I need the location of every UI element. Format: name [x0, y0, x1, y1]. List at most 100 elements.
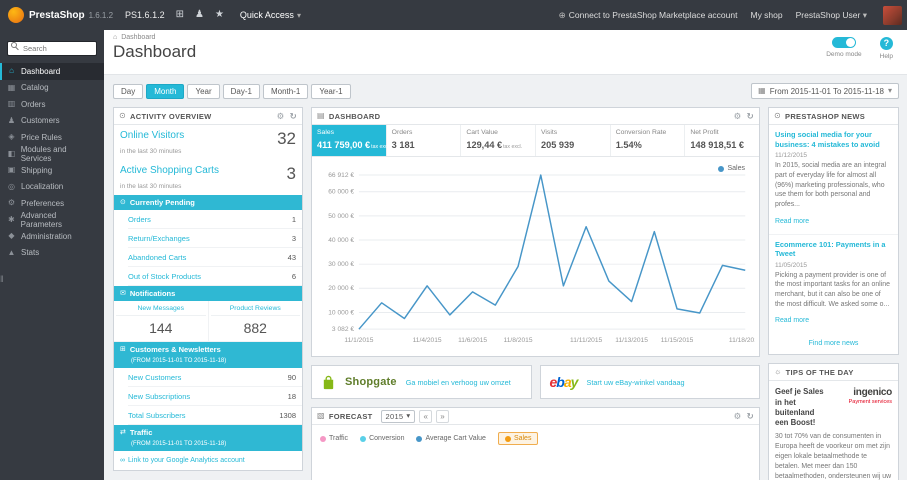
- kpi-cart-value[interactable]: Cart Value 129,44 €tax excl.: [461, 125, 537, 156]
- sidebar-collapse-icon[interactable]: [0, 275, 4, 284]
- connect-icon: [559, 11, 566, 20]
- year-select[interactable]: 2015: [380, 409, 416, 423]
- cart-icon[interactable]: [176, 10, 184, 20]
- trophy-icon[interactable]: [215, 10, 224, 20]
- refresh-icon[interactable]: [290, 112, 297, 121]
- kpi-sales[interactable]: Sales 411 759,00 €tax excl.: [312, 125, 390, 156]
- range-button-month-1[interactable]: Month-1: [262, 83, 309, 99]
- kpi-net-profit[interactable]: Net Profit 148 918,51 €: [685, 125, 759, 156]
- pending-link[interactable]: Out of Stock Products: [128, 272, 201, 281]
- refresh-icon[interactable]: [747, 412, 754, 421]
- sidebar-item-dashboard[interactable]: Dashboard: [0, 63, 104, 80]
- calendar-icon: [758, 87, 766, 95]
- pending-link[interactable]: Orders: [128, 215, 151, 224]
- range-button-day-1[interactable]: Day-1: [222, 83, 260, 99]
- connect-marketplace-link[interactable]: Connect to PrestaShop Marketplace accoun…: [559, 10, 738, 20]
- gear-icon[interactable]: [277, 112, 285, 121]
- sidebar-item-catalog[interactable]: Catalog: [0, 80, 104, 97]
- refresh-icon[interactable]: [747, 112, 754, 121]
- sidebar-item-localization[interactable]: Localization: [0, 179, 104, 196]
- gear-icon[interactable]: [734, 412, 742, 421]
- breadcrumb[interactable]: Dashboard: [113, 34, 895, 41]
- svg-text:11/6/2015: 11/6/2015: [458, 337, 487, 344]
- legend-item-traffic[interactable]: Traffic: [320, 435, 348, 442]
- pending-row-returns: Return/Exchanges 3: [128, 229, 302, 248]
- kpi-orders[interactable]: Orders 3 181: [387, 125, 462, 156]
- chevron-down-icon: [888, 87, 892, 95]
- sidebar-item-shipping[interactable]: Shipping: [0, 162, 104, 179]
- forecast-panel: FORECAST 2015 Traffic Conversion Average…: [311, 407, 760, 480]
- active-carts-label[interactable]: Active Shopping Carts: [120, 165, 219, 176]
- person-icon[interactable]: [195, 10, 204, 20]
- sidebar-item-modules[interactable]: Modules and Services: [0, 145, 104, 163]
- header-actions: Demo mode Help: [826, 37, 893, 60]
- svg-text:30 000 €: 30 000 €: [328, 261, 354, 268]
- legend-item-sales[interactable]: Sales: [497, 432, 539, 445]
- sidebar-item-customers[interactable]: Customers: [0, 113, 104, 130]
- sidebar-item-preferences[interactable]: Preferences: [0, 195, 104, 212]
- active-carts-sub: in the last 30 minutes: [120, 183, 182, 190]
- help-label: Help: [879, 53, 893, 60]
- quick-access-menu[interactable]: Quick Access: [240, 10, 301, 20]
- chevron-down-icon: [863, 11, 867, 20]
- new-messages-label[interactable]: New Messages: [116, 305, 206, 316]
- legend-item-conversion[interactable]: Conversion: [360, 435, 404, 442]
- help-button[interactable]: Help: [880, 37, 893, 60]
- catalog-icon: [7, 84, 16, 92]
- next-year-button[interactable]: [436, 409, 449, 423]
- date-range-picker[interactable]: From 2015-11-01 To 2015-11-18: [751, 83, 899, 99]
- user-menu[interactable]: PrestaShop User: [796, 10, 870, 20]
- my-shop-link[interactable]: My shop: [750, 10, 782, 20]
- sidebar-item-advanced-parameters[interactable]: Advanced Parameters: [0, 211, 104, 229]
- user-avatar[interactable]: [883, 5, 902, 25]
- online-visitors-label[interactable]: Online Visitors: [120, 130, 184, 141]
- toggle-switch[interactable]: [831, 37, 856, 48]
- previous-year-button[interactable]: [419, 409, 433, 423]
- read-more-link[interactable]: Read more: [775, 218, 809, 225]
- tips-panel-header: TIPS OF THE DAY: [769, 364, 898, 382]
- pending-value: 6: [291, 271, 296, 281]
- gear-icon[interactable]: [734, 112, 742, 121]
- legend-item-average-cart-value[interactable]: Average Cart Value: [416, 435, 486, 442]
- customers-link[interactable]: New Customers: [128, 373, 181, 382]
- news-article-title[interactable]: Ecommerce 101: Payments in a Tweet: [775, 240, 892, 259]
- kpi-conversion-rate[interactable]: Conversion Rate 1.54%: [611, 125, 686, 156]
- sidebar: Dashboard Catalog Orders Customers Price…: [0, 30, 104, 480]
- product-reviews-label[interactable]: Product Reviews: [210, 305, 300, 316]
- find-more-news-link[interactable]: Find more news: [769, 333, 898, 354]
- sidebar-item-orders[interactable]: Orders: [0, 96, 104, 113]
- google-analytics-link[interactable]: Link to your Google Analytics account: [114, 451, 302, 470]
- range-button-year[interactable]: Year: [187, 83, 220, 99]
- sidebar-item-price-rules[interactable]: Price Rules: [0, 129, 104, 146]
- news-article-date: 11/12/2015: [775, 152, 808, 160]
- home-icon: [7, 67, 16, 75]
- read-more-link[interactable]: Read more: [775, 317, 809, 324]
- range-button-year-1[interactable]: Year-1: [311, 83, 351, 99]
- page-title: Dashboard: [113, 42, 197, 61]
- customers-link[interactable]: Total Subscribers: [128, 411, 186, 420]
- customers-link[interactable]: New Subscriptions: [128, 392, 190, 401]
- ebay-link[interactable]: Start uw eBay-winkel vandaag: [586, 378, 684, 387]
- sidebar-item-administration[interactable]: Administration: [0, 228, 104, 245]
- news-panel-header: PRESTASHOP NEWS: [769, 108, 898, 125]
- pending-link[interactable]: Abandoned Carts: [128, 253, 186, 262]
- product-reviews-cell[interactable]: Product Reviews 882: [207, 301, 303, 341]
- tips-panel-title: TIPS OF THE DAY: [785, 367, 854, 377]
- customers-row-new: New Customers 90: [128, 368, 302, 388]
- kpi-visits[interactable]: Visits 205 939: [536, 125, 611, 156]
- news-article-title[interactable]: Using social media for your business: 4 …: [775, 130, 892, 149]
- product-reviews-value: 882: [243, 320, 267, 336]
- modules-icon: [7, 150, 16, 158]
- shopgate-ad: Shopgate Ga mobiel en verhoog uw omzet: [311, 365, 532, 399]
- shopgate-link[interactable]: Ga mobiel en verhoog uw omzet: [406, 378, 511, 387]
- new-messages-cell[interactable]: New Messages 144: [114, 301, 208, 341]
- sidebar-item-stats[interactable]: Stats: [0, 245, 104, 262]
- demo-mode-toggle[interactable]: Demo mode: [826, 37, 862, 58]
- sidebar-item-label: Stats: [21, 248, 40, 258]
- search-input[interactable]: [7, 41, 97, 56]
- range-button-month[interactable]: Month: [146, 83, 185, 99]
- shop-name[interactable]: PS1.6.1.2: [125, 10, 165, 20]
- pending-link[interactable]: Return/Exchanges: [128, 234, 190, 243]
- range-button-day[interactable]: Day: [113, 83, 144, 99]
- middle-column: DASHBOARD Sales411 759,00 €tax excl. Ord…: [311, 107, 762, 480]
